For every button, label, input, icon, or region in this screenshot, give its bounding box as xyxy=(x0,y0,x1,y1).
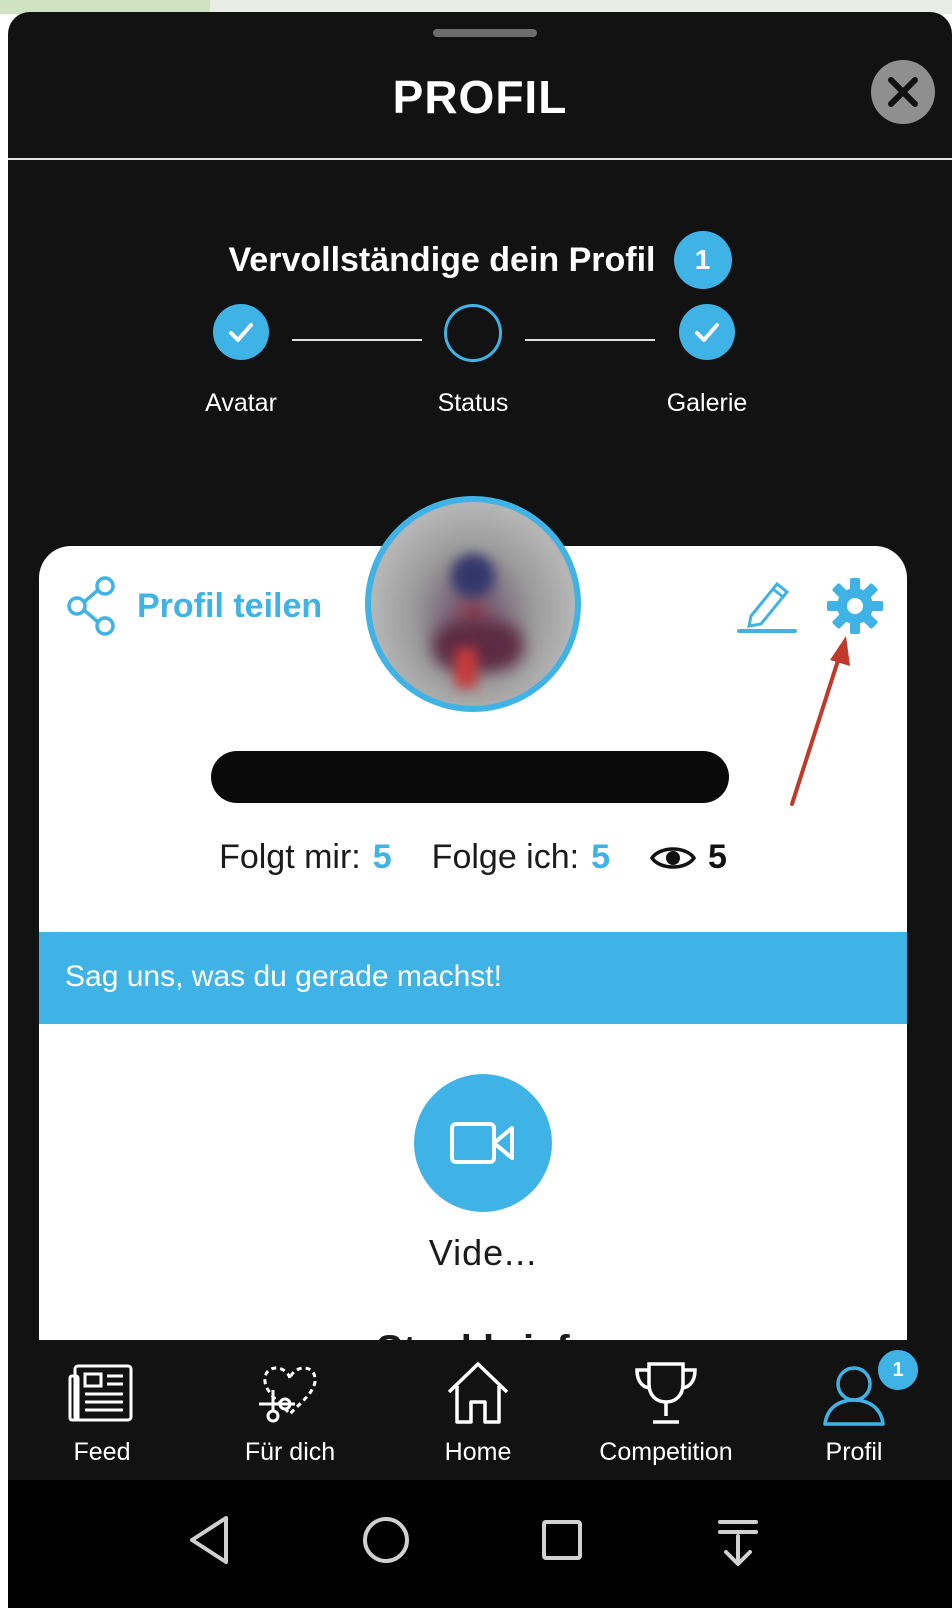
step-label-avatar: Avatar xyxy=(205,389,277,417)
profile-stats: Folgt mir: 5 Folge ich: 5 5 xyxy=(39,838,907,877)
close-icon xyxy=(888,77,918,107)
profile-completion-header: Vervollständige dein Profil 1 xyxy=(8,230,952,290)
avatar[interactable] xyxy=(365,496,581,712)
completion-title: Vervollständige dein Profil xyxy=(228,240,656,279)
followers-label: Folgt mir: xyxy=(219,838,361,876)
trophy-icon xyxy=(635,1362,697,1424)
profile-notification-badge: 1 xyxy=(876,1348,920,1392)
status-input-banner[interactable]: Sag uns, was du gerade machst! xyxy=(39,932,907,1024)
share-profile-label: Profil teilen xyxy=(137,586,323,625)
recents-square-icon[interactable] xyxy=(532,1510,592,1570)
remaining-count-badge: 1 xyxy=(673,231,732,289)
followers-count[interactable]: 5 xyxy=(373,838,392,877)
video-label: Vide... xyxy=(428,1232,538,1273)
video-camera-icon xyxy=(450,1122,514,1164)
redacted-username xyxy=(211,751,729,803)
back-triangle-icon[interactable] xyxy=(180,1510,240,1570)
step-status-circle[interactable] xyxy=(444,304,502,362)
check-icon xyxy=(695,323,719,342)
nav-item-competition[interactable]: Competition xyxy=(572,1340,760,1480)
step-gallery-check[interactable] xyxy=(679,304,735,360)
views-count: 5 xyxy=(708,838,727,876)
following-label: Folge ich: xyxy=(431,838,580,876)
step-connector xyxy=(525,339,655,341)
drag-handle[interactable] xyxy=(433,29,537,37)
home-circle-icon[interactable] xyxy=(356,1510,416,1570)
system-nav-bar xyxy=(8,1480,952,1608)
nav-item-home[interactable]: Home xyxy=(384,1340,572,1480)
share-icon xyxy=(67,576,115,636)
nav-item-for-you[interactable]: Für dich xyxy=(196,1340,384,1480)
page-title: PROFIL xyxy=(392,71,568,123)
nav-label-profile: Profil xyxy=(825,1438,883,1466)
nav-item-feed[interactable]: Feed xyxy=(8,1340,196,1480)
step-connector xyxy=(292,339,422,341)
edit-pencil-icon[interactable] xyxy=(737,576,797,634)
close-button[interactable] xyxy=(871,60,935,124)
video-button[interactable] xyxy=(414,1074,552,1212)
nav-label-home: Home xyxy=(444,1438,512,1466)
nav-label-for-you: Für dich xyxy=(244,1438,336,1466)
nav-label-competition: Competition xyxy=(599,1438,733,1466)
step-avatar-check[interactable] xyxy=(213,304,269,360)
step-label-gallery: Galerie xyxy=(666,389,748,417)
share-profile-button[interactable]: Profil teilen xyxy=(65,576,322,636)
profile-sheet: PROFIL Vervollständige dein Profil 1 Ava… xyxy=(8,12,952,1608)
heart-scissors-icon xyxy=(259,1366,317,1423)
newspaper-icon xyxy=(68,1364,133,1422)
following-count[interactable]: 5 xyxy=(591,838,610,877)
bottom-nav: Feed Für dich Home Competition 1 Profil xyxy=(8,1340,952,1480)
nav-label-feed: Feed xyxy=(73,1438,131,1466)
notification-pull-icon[interactable] xyxy=(708,1510,768,1570)
step-label-status: Status xyxy=(437,389,509,417)
home-icon xyxy=(447,1362,509,1424)
nav-item-profile[interactable]: 1 Profil xyxy=(760,1340,948,1480)
eye-icon xyxy=(650,846,696,869)
annotation-arrow xyxy=(790,636,850,806)
check-icon xyxy=(229,323,253,342)
gear-icon[interactable] xyxy=(825,576,885,636)
header-divider xyxy=(8,158,952,160)
status-placeholder: Sag uns, was du gerade machst! xyxy=(65,960,502,993)
